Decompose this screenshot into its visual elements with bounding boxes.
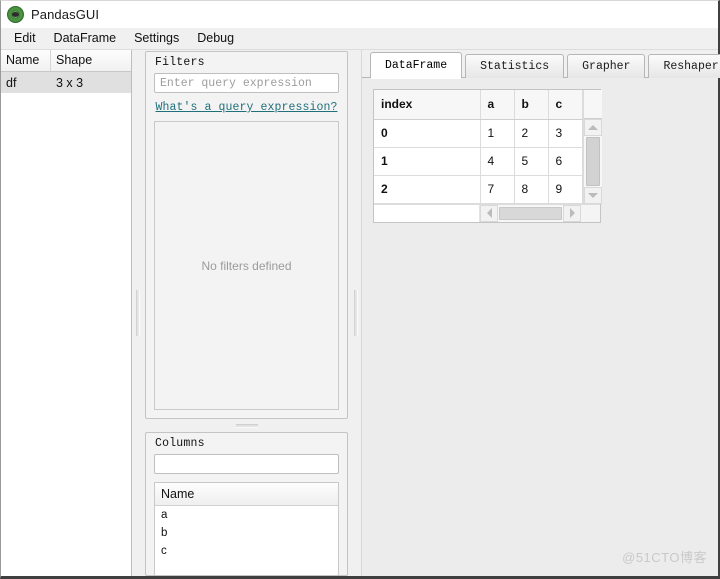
table-cell[interactable]: 8 xyxy=(514,175,549,204)
arrow-down-icon xyxy=(587,192,598,198)
splitter-grip xyxy=(135,290,140,336)
scroll-right-button[interactable] xyxy=(563,204,581,222)
table-cell[interactable]: 6 xyxy=(548,147,583,176)
watermark-text: @51CTO博客 xyxy=(622,550,707,565)
menu-item-settings[interactable]: Settings xyxy=(125,29,188,48)
column-header-shape[interactable]: Shape xyxy=(51,50,131,71)
menu-bar: Edit DataFrame Settings Debug xyxy=(1,28,718,50)
table-header-b[interactable]: b xyxy=(514,90,549,120)
splitter-filters-columns[interactable] xyxy=(143,419,350,432)
vscroll-thumb[interactable] xyxy=(585,137,600,186)
columns-list[interactable]: Name a b c xyxy=(154,482,339,575)
main-content: Name Shape df 3 x 3 Filters Enter query … xyxy=(1,50,720,576)
columns-list-header[interactable]: Name xyxy=(155,483,338,506)
table-cell[interactable]: 2 xyxy=(514,119,549,148)
table-cell-index: 0 xyxy=(374,119,481,148)
title-bar: PandasGUI xyxy=(1,1,718,28)
table-cell-index: 2 xyxy=(374,175,481,204)
hscroll-track[interactable] xyxy=(498,204,563,222)
table-row[interactable]: 2 7 8 9 xyxy=(374,175,583,204)
query-expression-input[interactable]: Enter query expression xyxy=(154,73,339,93)
arrow-up-icon xyxy=(587,125,598,130)
pandas-logo-icon xyxy=(7,6,24,23)
dataframe-list-panel: Name Shape df 3 x 3 xyxy=(1,50,132,576)
table-cell[interactable]: 4 xyxy=(480,147,515,176)
filters-panel: Filters Enter query expression What's a … xyxy=(145,51,348,419)
dataframe-list-empty-area xyxy=(1,93,131,576)
dataframe-list-row[interactable]: df 3 x 3 xyxy=(1,72,131,93)
dataframe-table-container: index a b c 0 1 2 3 1 4 5 6 2 7 8 9 xyxy=(373,89,602,223)
table-header-index[interactable]: index xyxy=(374,90,481,120)
splitter-grip xyxy=(353,290,358,336)
window-title: PandasGUI xyxy=(31,7,100,22)
filters-list[interactable]: No filters defined xyxy=(154,121,339,410)
table-row[interactable]: 0 1 2 3 xyxy=(374,119,583,148)
scrollbar-corner xyxy=(583,90,602,119)
query-expression-help-link[interactable]: What's a query expression? xyxy=(146,93,347,121)
table-vertical-scrollbar[interactable] xyxy=(582,90,602,204)
scroll-left-button[interactable] xyxy=(480,204,498,222)
column-header-name[interactable]: Name xyxy=(1,50,51,71)
table-cell-index: 1 xyxy=(374,147,481,176)
vscroll-track[interactable] xyxy=(583,136,602,187)
tab-statistics[interactable]: Statistics xyxy=(465,54,565,78)
tab-grapher[interactable]: Grapher xyxy=(567,54,646,78)
tab-page-dataframe: index a b c 0 1 2 3 1 4 5 6 2 7 8 9 @51C… xyxy=(362,77,718,576)
tab-dataframe[interactable]: DataFrame xyxy=(370,52,463,79)
dataframe-name: df xyxy=(6,75,17,90)
columns-list-item[interactable]: b xyxy=(155,524,338,542)
hscroll-left-pad xyxy=(374,204,480,222)
table-row[interactable]: 1 4 5 6 xyxy=(374,147,583,176)
table-cell[interactable]: 5 xyxy=(514,147,549,176)
columns-panel: Columns Name a b c xyxy=(145,432,348,576)
hscroll-right-pad xyxy=(581,204,600,222)
columns-list-item[interactable]: a xyxy=(155,506,338,524)
columns-list-item[interactable]: c xyxy=(155,542,338,560)
columns-title: Columns xyxy=(155,437,205,450)
menu-item-edit[interactable]: Edit xyxy=(5,29,45,48)
table-horizontal-scrollbar[interactable] xyxy=(374,203,600,222)
columns-search-input[interactable] xyxy=(154,454,339,474)
tab-bar: DataFrame Statistics Grapher Reshaper xyxy=(362,50,720,79)
scroll-down-button[interactable] xyxy=(583,186,602,204)
scroll-up-button[interactable] xyxy=(583,119,602,136)
splitter-right[interactable] xyxy=(350,50,361,576)
dataframe-table: index a b c 0 1 2 3 1 4 5 6 2 7 8 9 xyxy=(374,90,583,204)
splitter-grip xyxy=(235,423,258,428)
arrow-left-icon xyxy=(486,208,492,218)
table-cell[interactable]: 1 xyxy=(480,119,515,148)
dataframe-list-header: Name Shape xyxy=(1,50,131,72)
filters-columns-column: Filters Enter query expression What's a … xyxy=(143,50,350,576)
table-header-c[interactable]: c xyxy=(548,90,583,120)
table-and-vscroll: index a b c 0 1 2 3 1 4 5 6 2 7 8 9 xyxy=(374,90,602,204)
viewer-panel: DataFrame Statistics Grapher Reshaper in… xyxy=(361,50,720,576)
table-cell[interactable]: 3 xyxy=(548,119,583,148)
tab-reshaper[interactable]: Reshaper xyxy=(648,54,720,78)
arrow-right-icon xyxy=(569,208,575,218)
table-header-a[interactable]: a xyxy=(480,90,515,120)
dataframe-shape: 3 x 3 xyxy=(56,75,84,90)
menu-item-dataframe[interactable]: DataFrame xyxy=(45,29,126,48)
menu-item-debug[interactable]: Debug xyxy=(188,29,243,48)
table-header-row: index a b c xyxy=(374,90,583,120)
filters-empty-message: No filters defined xyxy=(201,258,292,273)
splitter-left[interactable] xyxy=(132,50,143,576)
filters-title: Filters xyxy=(155,56,205,69)
table-cell[interactable]: 7 xyxy=(480,175,515,204)
table-cell[interactable]: 9 xyxy=(548,175,583,204)
hscroll-thumb[interactable] xyxy=(499,206,562,220)
app-window: PandasGUI Edit DataFrame Settings Debug … xyxy=(0,0,720,579)
